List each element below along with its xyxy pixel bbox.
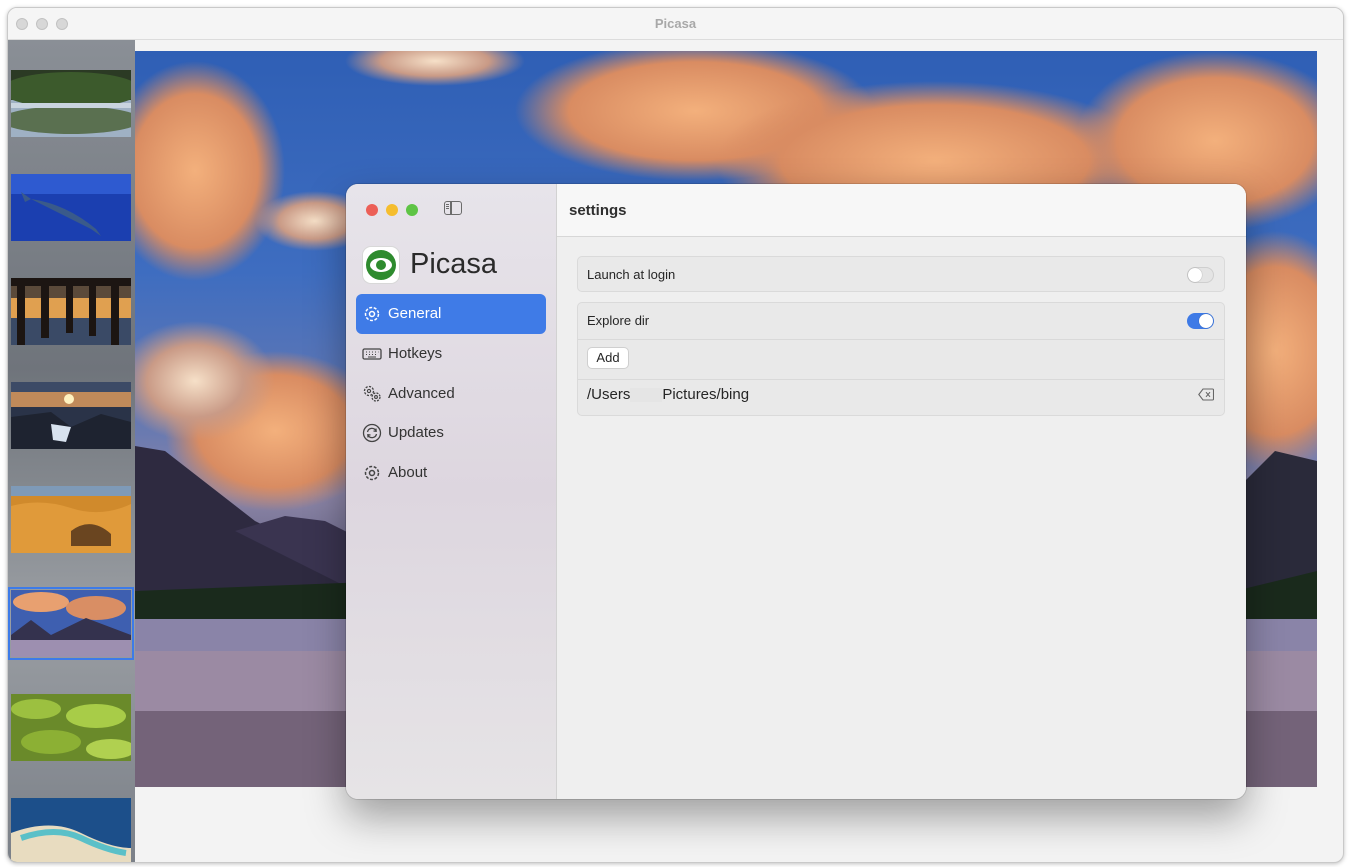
thumbnail-mangrove-reflection[interactable]: [11, 70, 131, 137]
window-title: Picasa: [654, 16, 697, 31]
settings-close-button[interactable]: [366, 204, 378, 216]
delete-backward-icon[interactable]: [1198, 388, 1214, 401]
settings-sidebar: Picasa General Hotkeys Advanced Updates …: [346, 184, 557, 799]
dir-path-prefix: /Users: [587, 386, 631, 403]
thumbnail-pier-sunset[interactable]: [11, 278, 131, 345]
thumbnail-strip[interactable]: [8, 40, 135, 862]
nav-label: About: [388, 464, 428, 481]
brand-name: Picasa: [410, 248, 498, 280]
nav-advanced[interactable]: Advanced: [356, 374, 546, 414]
gear-icon: [364, 465, 380, 481]
explore-dir-section: Explore dir Add /Users Pictures/bing: [577, 302, 1225, 416]
explore-dir-toggle[interactable]: [1187, 313, 1214, 329]
toggle-knob: [1199, 314, 1213, 328]
add-dir-button[interactable]: Add: [587, 347, 629, 369]
nav-label: Hotkeys: [388, 345, 443, 362]
launch-at-login-row: Launch at login: [577, 256, 1225, 292]
settings-zoom-button[interactable]: [406, 204, 418, 216]
explore-dir-label: Explore dir: [587, 313, 650, 328]
picasa-logo: [363, 247, 399, 283]
toggle-knob: [1188, 268, 1202, 282]
nav-hotkeys[interactable]: Hotkeys: [356, 334, 546, 374]
thumbnail-desert-dunes[interactable]: [11, 486, 131, 553]
settings-title: settings: [569, 202, 627, 219]
sidebar-toggle-icon[interactable]: [444, 201, 462, 215]
nav-label: Advanced: [388, 385, 455, 402]
nav-general[interactable]: General: [356, 294, 546, 334]
app-titlebar: Picasa: [8, 8, 1343, 40]
settings-content: settings Launch at login Explore dir Add…: [557, 184, 1246, 799]
nav-label: General: [388, 305, 442, 322]
settings-window: Picasa General Hotkeys Advanced Updates …: [346, 184, 1246, 799]
nav-label: Updates: [388, 424, 444, 441]
redacted-username: [630, 388, 663, 403]
settings-minimize-button[interactable]: [386, 204, 398, 216]
thumbnail-mountain-lake-clouds[interactable]: [8, 587, 134, 660]
nav-about[interactable]: About: [356, 453, 546, 493]
thumbnail-tropical-atoll[interactable]: [11, 798, 131, 862]
dir-path: /Users Pictures/bing: [587, 386, 749, 403]
dir-path-suffix: Pictures/bing: [662, 386, 750, 403]
nav-updates[interactable]: Updates: [356, 413, 546, 453]
gears-icon: [363, 385, 381, 402]
gear-icon: [364, 306, 380, 322]
thumbnail-rocky-coast-sunset[interactable]: [11, 382, 131, 449]
keyboard-icon: [362, 348, 382, 360]
refresh-icon: [362, 423, 382, 443]
launch-at-login-label: Launch at login: [587, 267, 676, 282]
thumbnail-green-lily-pads[interactable]: [11, 694, 131, 761]
thumbnail-whale-shark[interactable]: [11, 174, 131, 241]
divider: [578, 379, 1224, 380]
divider: [578, 339, 1224, 340]
launch-at-login-toggle[interactable]: [1187, 267, 1214, 283]
settings-header: settings: [557, 184, 1246, 237]
